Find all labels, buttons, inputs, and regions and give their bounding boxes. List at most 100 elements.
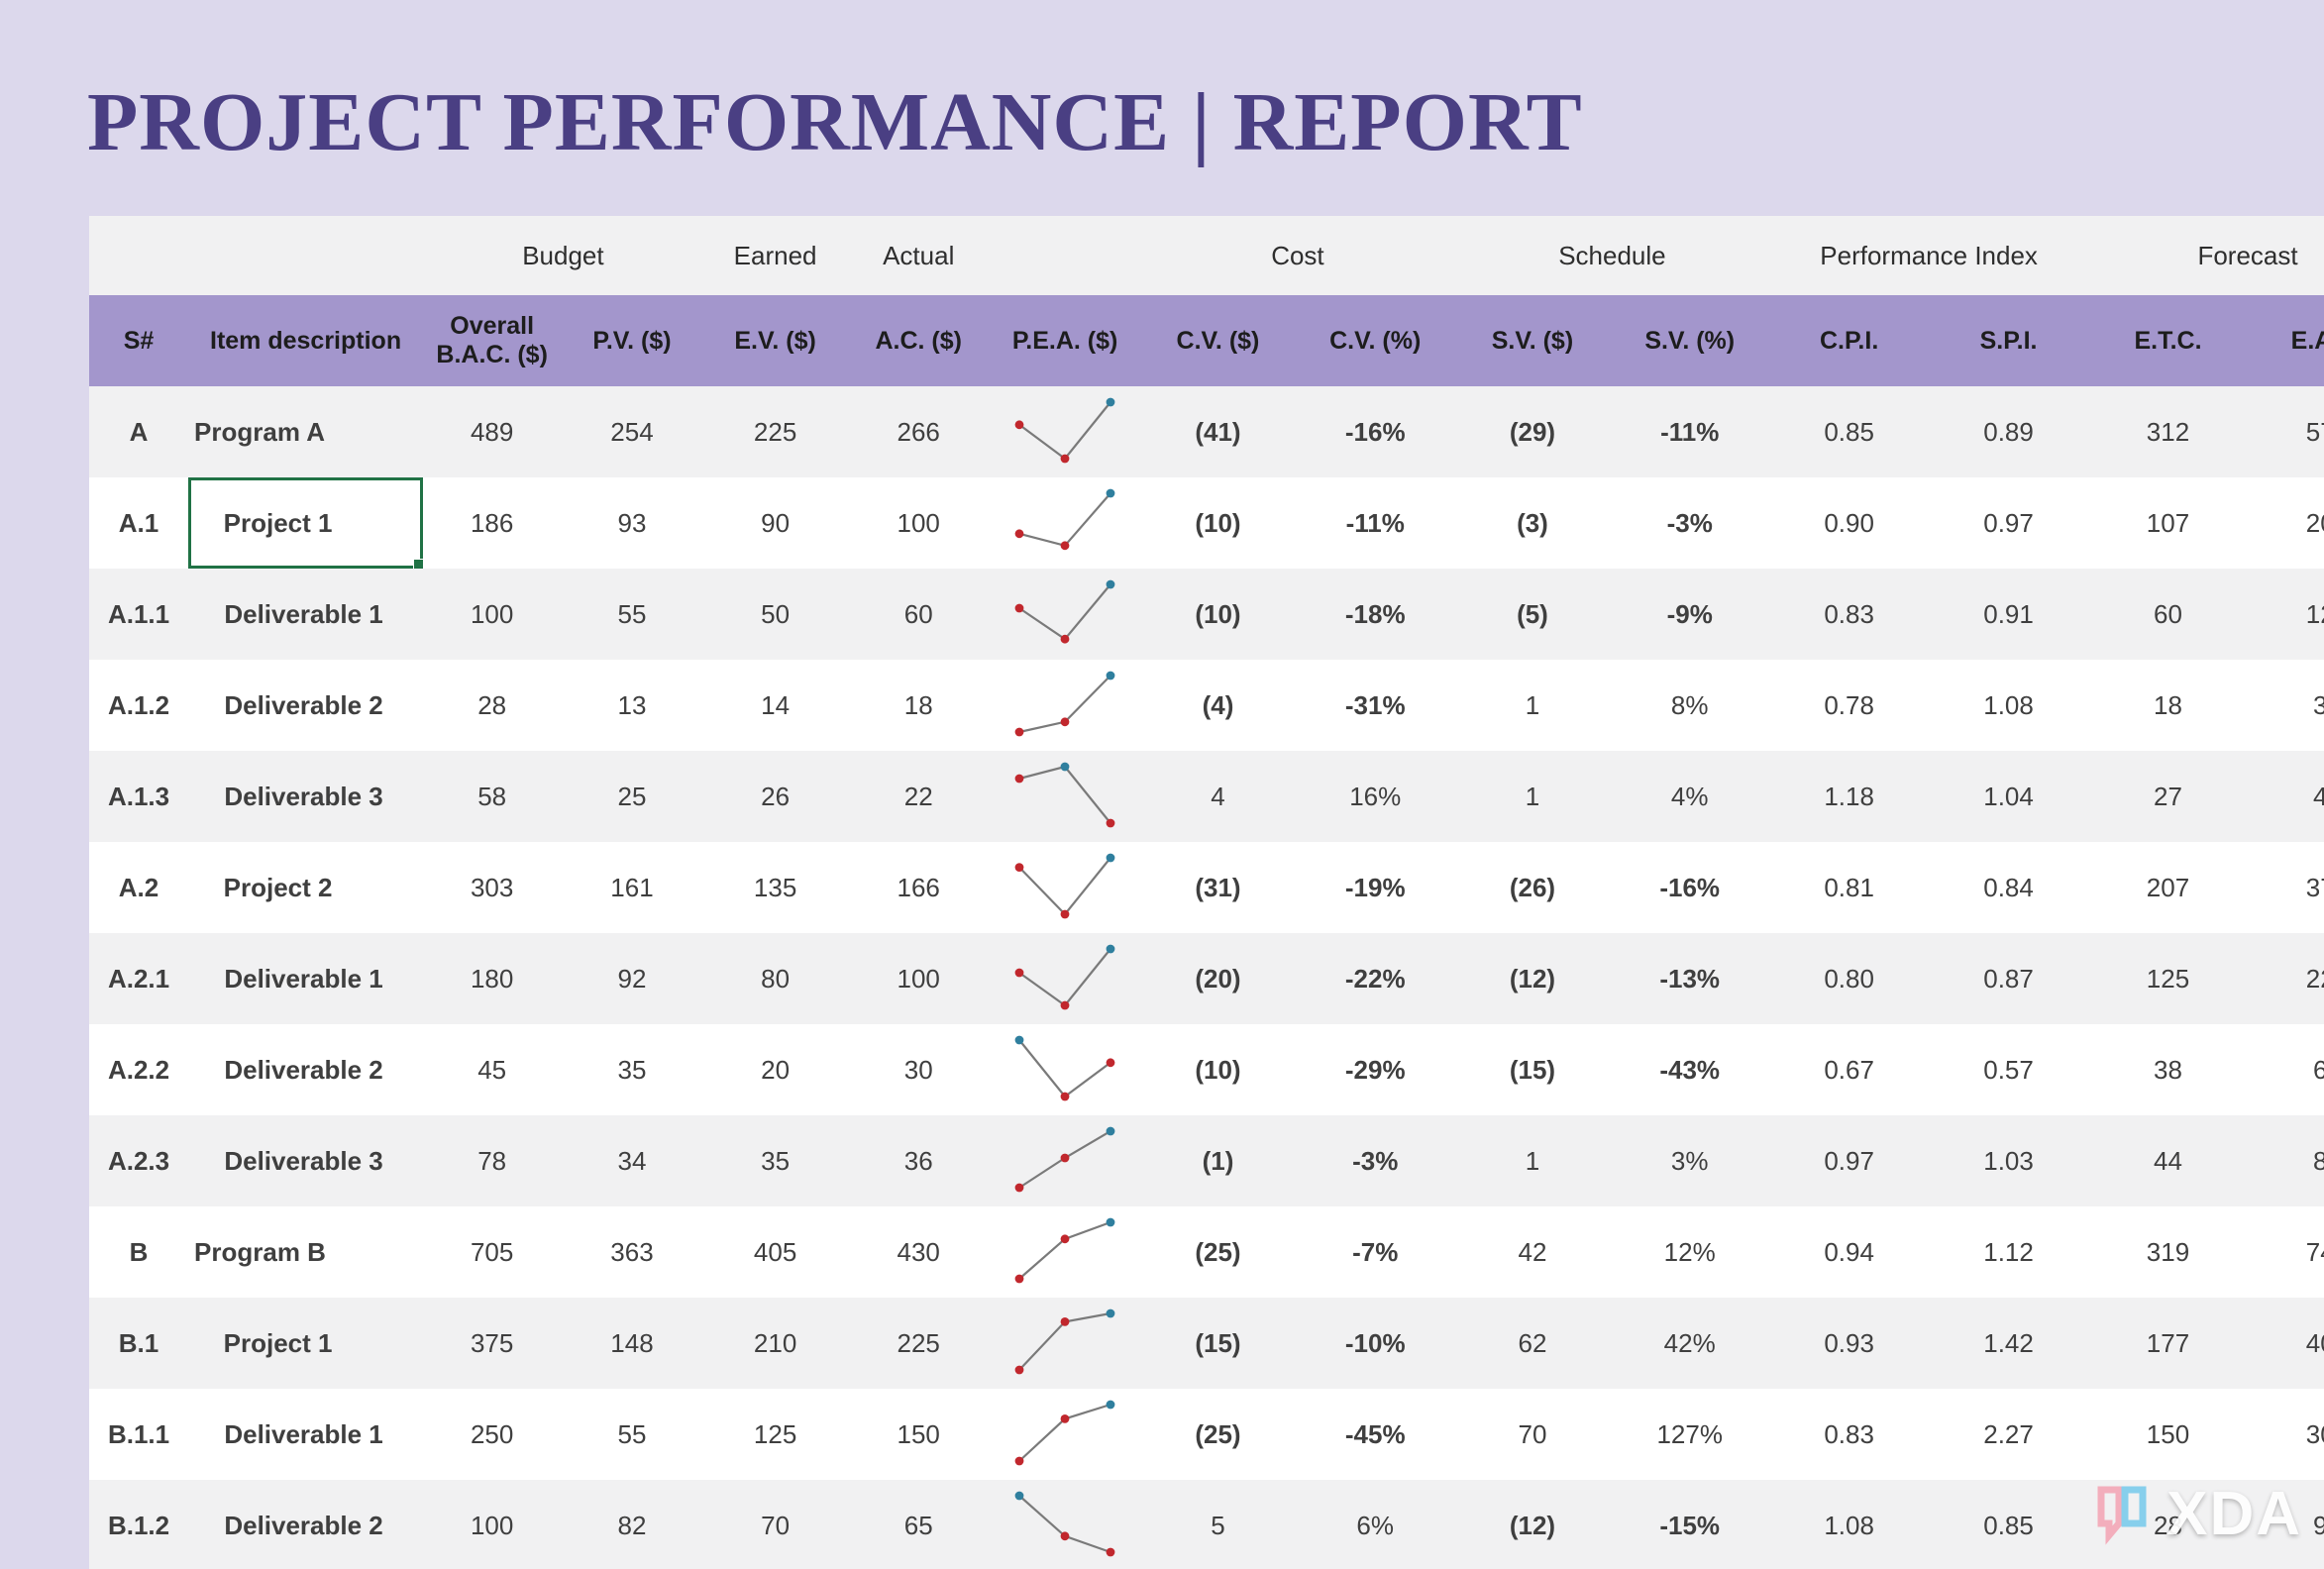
cell-eac[interactable]: 207 <box>2247 477 2324 569</box>
column-header-desc[interactable]: Item description <box>188 295 424 386</box>
cell-spi[interactable]: 1.42 <box>1929 1298 2089 1389</box>
cell-svd[interactable]: 42 <box>1454 1206 1611 1298</box>
cell-cvd[interactable]: (1) <box>1140 1115 1296 1206</box>
cell-eac[interactable]: 225 <box>2247 933 2324 1024</box>
cell-spi[interactable]: 0.57 <box>1929 1024 2089 1115</box>
table-row[interactable]: A.1.3 Deliverable 3 58 25 26 22 4 16% 1 4% 1.18 1.0… <box>89 751 2324 842</box>
cell-svd[interactable]: 1 <box>1454 1115 1611 1206</box>
cell-serial-number[interactable]: A.2.1 <box>89 933 189 1024</box>
cell-spi[interactable]: 0.85 <box>1929 1480 2089 1569</box>
cell-ac[interactable]: 65 <box>847 1480 990 1569</box>
cell-spi[interactable]: 0.87 <box>1929 933 2089 1024</box>
cell-ev[interactable]: 50 <box>702 569 848 660</box>
cell-cvp[interactable]: -45% <box>1295 1389 1455 1480</box>
cell-svp[interactable]: -13% <box>1610 933 1770 1024</box>
cell-svd[interactable]: (12) <box>1454 1480 1611 1569</box>
cell-svp[interactable]: -16% <box>1610 842 1770 933</box>
cell-item-description[interactable]: Project 1 <box>188 1298 424 1389</box>
cell-etc[interactable]: 27 <box>2088 751 2248 842</box>
cell-serial-number[interactable]: B.1.1 <box>89 1389 189 1480</box>
cell-etc[interactable]: 177 <box>2088 1298 2248 1389</box>
table-row[interactable]: B Program B 705 363 405 430 (25) -7% 42 12% 0.94 1.… <box>89 1206 2324 1298</box>
cell-cvp[interactable]: 16% <box>1295 751 1455 842</box>
cell-bac[interactable]: 78 <box>423 1115 562 1206</box>
cell-serial-number[interactable]: A.1.2 <box>89 660 189 751</box>
cell-pea-sparkline[interactable] <box>989 1115 1141 1206</box>
cell-etc[interactable]: 44 <box>2088 1115 2248 1206</box>
column-header-ev[interactable]: E.V. ($) <box>702 295 848 386</box>
cell-pv[interactable]: 161 <box>561 842 703 933</box>
column-header-bac[interactable]: Overall B.A.C. ($) <box>423 295 562 386</box>
cell-cvp[interactable]: -10% <box>1295 1298 1455 1389</box>
cell-cvp[interactable]: -11% <box>1295 477 1455 569</box>
cell-item-description[interactable]: Deliverable 1 <box>188 933 424 1024</box>
cell-cpi[interactable]: 0.80 <box>1769 933 1930 1024</box>
column-header-ac[interactable]: A.C. ($) <box>847 295 990 386</box>
cell-cvd[interactable]: (10) <box>1140 1024 1296 1115</box>
column-header-svd[interactable]: S.V. ($) <box>1454 295 1611 386</box>
column-header-sn[interactable]: S# <box>89 295 189 386</box>
cell-pea-sparkline[interactable] <box>989 1206 1141 1298</box>
cell-cpi[interactable]: 0.93 <box>1769 1298 1930 1389</box>
cell-serial-number[interactable]: A.1.3 <box>89 751 189 842</box>
cell-pv[interactable]: 25 <box>561 751 703 842</box>
column-header-pea[interactable]: P.E.A. ($) <box>989 295 1141 386</box>
cell-item-description[interactable]: Program B <box>188 1206 424 1298</box>
cell-ev[interactable]: 35 <box>702 1115 848 1206</box>
cell-serial-number[interactable]: A.2 <box>89 842 189 933</box>
cell-ac[interactable]: 166 <box>847 842 990 933</box>
cell-eac[interactable]: 36 <box>2247 660 2324 751</box>
cell-serial-number[interactable]: A.2.3 <box>89 1115 189 1206</box>
cell-etc[interactable]: 150 <box>2088 1389 2248 1480</box>
cell-pea-sparkline[interactable] <box>989 569 1141 660</box>
cell-ev[interactable]: 14 <box>702 660 848 751</box>
cell-cvp[interactable]: 6% <box>1295 1480 1455 1569</box>
cell-svp[interactable]: 8% <box>1610 660 1770 751</box>
cell-cvd[interactable]: (10) <box>1140 569 1296 660</box>
cell-cvd[interactable]: (25) <box>1140 1389 1296 1480</box>
cell-pv[interactable]: 148 <box>561 1298 703 1389</box>
cell-pv[interactable]: 55 <box>561 1389 703 1480</box>
cell-svd[interactable]: 70 <box>1454 1389 1611 1480</box>
cell-spi[interactable]: 2.27 <box>1929 1389 2089 1480</box>
cell-spi[interactable]: 1.04 <box>1929 751 2089 842</box>
cell-svp[interactable]: 3% <box>1610 1115 1770 1206</box>
cell-eac[interactable]: 300 <box>2247 1389 2324 1480</box>
cell-spi[interactable]: 1.12 <box>1929 1206 2089 1298</box>
cell-svp[interactable]: 42% <box>1610 1298 1770 1389</box>
cell-cvp[interactable]: -16% <box>1295 386 1455 477</box>
cell-cvd[interactable]: 5 <box>1140 1480 1296 1569</box>
cell-serial-number[interactable]: A.2.2 <box>89 1024 189 1115</box>
cell-etc[interactable]: 28 <box>2088 1480 2248 1569</box>
cell-svp[interactable]: -43% <box>1610 1024 1770 1115</box>
cell-spi[interactable]: 1.08 <box>1929 660 2089 751</box>
cell-bac[interactable]: 375 <box>423 1298 562 1389</box>
cell-svd[interactable]: (12) <box>1454 933 1611 1024</box>
cell-pv[interactable]: 363 <box>561 1206 703 1298</box>
cell-spi[interactable]: 0.91 <box>1929 569 2089 660</box>
table-row[interactable]: B.1.2 Deliverable 2 100 82 70 65 5 6% (12) -15% 1.… <box>89 1480 2324 1569</box>
cell-eac[interactable]: 49 <box>2247 751 2324 842</box>
column-header-etc[interactable]: E.T.C. <box>2088 295 2248 386</box>
cell-ev[interactable]: 26 <box>702 751 848 842</box>
cell-pea-sparkline[interactable] <box>989 1024 1141 1115</box>
cell-cpi[interactable]: 0.78 <box>1769 660 1930 751</box>
column-header-cvd[interactable]: C.V. ($) <box>1140 295 1296 386</box>
column-header-eac[interactable]: E.A.C. <box>2247 295 2324 386</box>
cell-cvp[interactable]: -19% <box>1295 842 1455 933</box>
cell-etc[interactable]: 60 <box>2088 569 2248 660</box>
cell-cpi[interactable]: 0.81 <box>1769 842 1930 933</box>
cell-cpi[interactable]: 0.83 <box>1769 569 1930 660</box>
table-row[interactable]: A.1 Project 1 186 93 90 100 (10) -11% (3) -3% 0.90… <box>89 477 2324 569</box>
column-header-pv[interactable]: P.V. ($) <box>561 295 703 386</box>
cell-pv[interactable]: 34 <box>561 1115 703 1206</box>
cell-etc[interactable]: 38 <box>2088 1024 2248 1115</box>
cell-ev[interactable]: 125 <box>702 1389 848 1480</box>
cell-svd[interactable]: (26) <box>1454 842 1611 933</box>
cell-cvd[interactable]: (4) <box>1140 660 1296 751</box>
cell-pv[interactable]: 82 <box>561 1480 703 1569</box>
table-row[interactable]: A Program A 489 254 225 266 (41) -16% (29) -11% 0.… <box>89 386 2324 477</box>
cell-pv[interactable]: 13 <box>561 660 703 751</box>
cell-ev[interactable]: 405 <box>702 1206 848 1298</box>
cell-pea-sparkline[interactable] <box>989 1298 1141 1389</box>
